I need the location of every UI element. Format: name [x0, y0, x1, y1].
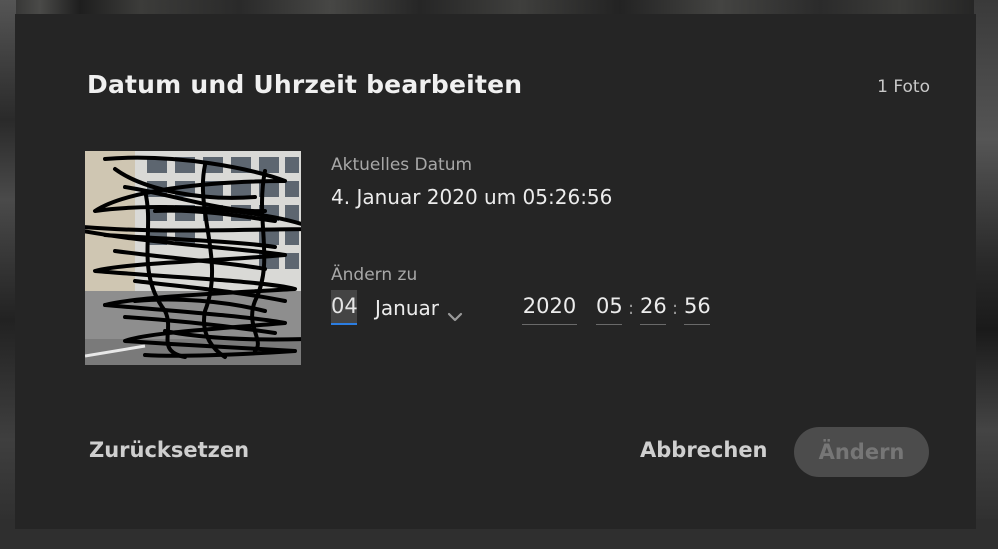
month-dropdown[interactable]: Januar — [375, 296, 463, 322]
edit-date-time-dialog: Datum und Uhrzeit bearbeiten 1 Foto Aktu… — [15, 14, 976, 529]
second-field[interactable]: 56 — [684, 290, 711, 325]
month-value: Januar — [375, 296, 439, 320]
chevron-down-icon — [447, 303, 463, 322]
dialog-title: Datum und Uhrzeit bearbeiten — [87, 70, 523, 99]
change-to-label: Ändern zu — [331, 265, 418, 285]
hour-field[interactable]: 05 — [596, 290, 623, 325]
year-field[interactable]: 2020 — [522, 290, 577, 325]
cancel-button[interactable]: Abbrechen — [640, 438, 768, 462]
current-date-label: Aktuelles Datum — [331, 155, 473, 175]
photo-count: 1 Foto — [877, 77, 930, 97]
background-edge-right — [974, 0, 998, 549]
current-date-value: 4. Januar 2020 um 05:26:56 — [331, 185, 613, 209]
day-field[interactable]: 04 — [331, 290, 358, 325]
time-separator: : — [672, 298, 679, 319]
background-edge-left — [0, 0, 16, 549]
time-separator: : — [628, 298, 635, 319]
reset-button[interactable]: Zurücksetzen — [89, 438, 249, 462]
minute-field[interactable]: 26 — [640, 290, 667, 325]
photo-thumbnail — [85, 151, 301, 365]
apply-button[interactable]: Ändern — [794, 427, 929, 477]
